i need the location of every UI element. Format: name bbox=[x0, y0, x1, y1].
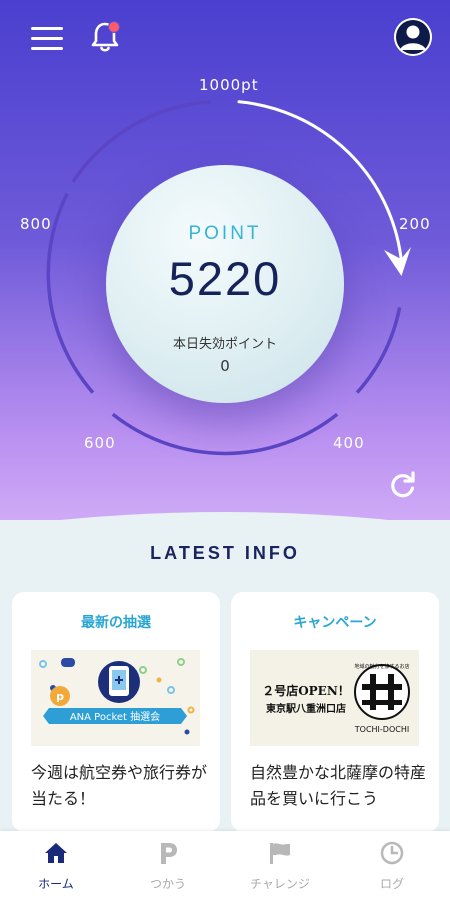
point-balance-disc: POINT 5220 本日失効ポイント 0 bbox=[106, 165, 344, 403]
banner-subline: 東京駅八重洲口店 bbox=[266, 704, 346, 715]
tab-home[interactable]: ホーム bbox=[0, 831, 112, 901]
home-icon bbox=[45, 843, 67, 863]
campaign-card-title: キャンペーン bbox=[293, 615, 377, 631]
tab-log[interactable]: ログ bbox=[336, 831, 448, 901]
logo-arc-text: 地域の魅力を旅するお店 bbox=[354, 663, 409, 670]
tick-label-800: 800 bbox=[20, 215, 52, 233]
campaign-card[interactable]: キャンペーン ２号店OPEN！ 東京駅八重洲口店 地域の魅力を旅するお店 TOC… bbox=[231, 592, 439, 832]
tab-home-label: ホーム bbox=[38, 877, 74, 891]
campaign-card-text: 自然豊かな北薩摩の特産品を買いに行こう bbox=[250, 763, 427, 808]
ana-pocket-lottery-banner: p ANA Pocket 抽選会 bbox=[31, 650, 200, 746]
svg-text:p: p bbox=[56, 690, 64, 703]
lottery-card-title: 最新の抽選 bbox=[81, 615, 151, 631]
tochi-dochi-logo: 地域の魅力を旅するお店 TOCHI-DOCHI bbox=[354, 663, 410, 734]
tick-label-400: 400 bbox=[333, 434, 365, 452]
expiring-points-value: 0 bbox=[220, 357, 230, 375]
point-value: 5220 bbox=[168, 252, 282, 305]
p-icon bbox=[161, 843, 177, 864]
clock-icon bbox=[380, 841, 404, 865]
logo-caption: TOCHI-DOCHI bbox=[354, 725, 409, 734]
latest-info-title: LATEST INFO bbox=[150, 543, 300, 563]
lottery-card[interactable]: 最新の抽選 p ANA Pocket 抽選会 今週は航空券や旅行券が当たる！ bbox=[12, 592, 220, 832]
tochi-dochi-store-banner: ２号店OPEN！ 東京駅八重洲口店 地域の魅力を旅するお店 TOCHI-DOCH… bbox=[250, 650, 419, 746]
flag-icon bbox=[270, 843, 290, 864]
tick-label-1000: 1000pt bbox=[199, 76, 259, 94]
tab-challenge[interactable]: チャレンジ bbox=[224, 831, 336, 901]
progress-arrowhead bbox=[384, 247, 411, 276]
banner-headline: ２号店OPEN！ bbox=[262, 684, 350, 698]
tab-use[interactable]: つかう bbox=[112, 831, 224, 901]
tick-label-200: 200 bbox=[399, 215, 431, 233]
tick-label-600: 600 bbox=[84, 434, 116, 452]
expiring-points-label: 本日失効ポイント bbox=[172, 337, 277, 352]
points-hero: 1000pt 200 400 600 800 POINT 5220 本日失効ポイ… bbox=[0, 0, 450, 540]
lottery-card-text: 今週は航空券や旅行券が当たる！ bbox=[31, 763, 208, 808]
banner-text: ANA Pocket 抽選会 bbox=[70, 710, 160, 723]
tab-challenge-label: チャレンジ bbox=[250, 877, 310, 891]
tab-log-label: ログ bbox=[379, 877, 404, 891]
tab-use-label: つかう bbox=[149, 877, 186, 891]
bottom-tab-bar: ホーム つかう チャレンジ ログ bbox=[0, 831, 450, 901]
point-label: POINT bbox=[188, 223, 262, 244]
refresh-icon[interactable] bbox=[389, 471, 417, 499]
